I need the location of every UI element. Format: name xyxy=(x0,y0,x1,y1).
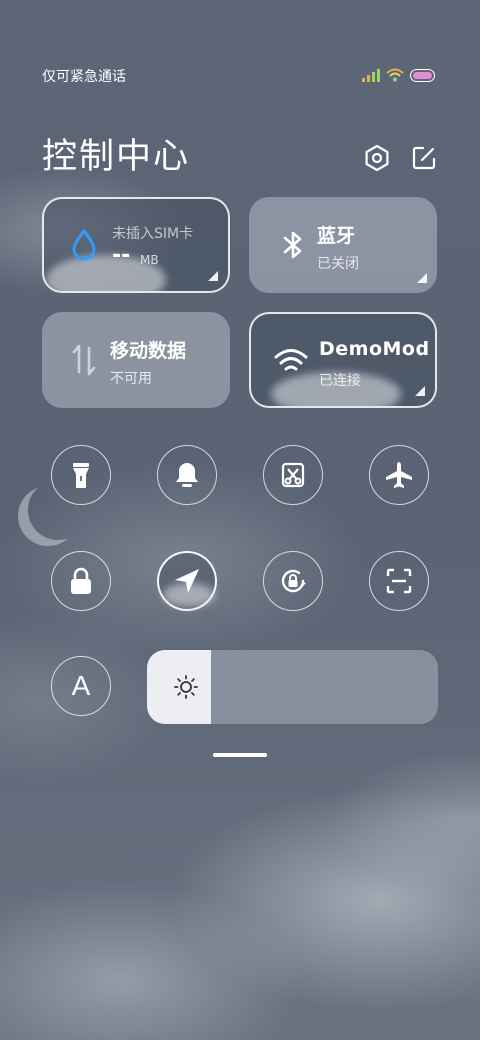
water-drop-icon xyxy=(72,228,96,261)
data-usage-unit: MB xyxy=(140,253,159,267)
brightness-slider[interactable] xyxy=(147,650,438,724)
signal-icon xyxy=(362,69,380,82)
mobile-data-label: 移动数据 xyxy=(110,340,187,362)
flashlight-toggle[interactable] xyxy=(51,445,111,505)
airplane-toggle[interactable] xyxy=(369,445,429,505)
bluetooth-icon xyxy=(283,231,302,259)
sim-status-text: 未插入SIM卡 xyxy=(112,226,194,242)
expand-corner-icon xyxy=(415,386,425,396)
scan-toggle[interactable] xyxy=(369,551,429,611)
location-icon xyxy=(175,569,199,593)
drag-handle[interactable] xyxy=(213,753,267,757)
flashlight-icon xyxy=(73,463,89,488)
lock-icon xyxy=(71,567,91,594)
location-toggle[interactable] xyxy=(157,551,217,611)
status-icons xyxy=(362,68,436,82)
wifi-status: 已连接 xyxy=(319,373,361,389)
status-bar: 仅可紧急通话 xyxy=(42,64,436,88)
screenshot-toggle[interactable] xyxy=(263,445,323,505)
brightness-sun-icon xyxy=(174,675,198,699)
screenshot-icon xyxy=(281,462,305,488)
lock-screen-toggle[interactable] xyxy=(51,551,111,611)
mobile-data-tile[interactable]: 移动数据 不可用 xyxy=(42,312,230,408)
bluetooth-label: 蓝牙 xyxy=(317,225,356,247)
expand-corner-icon xyxy=(208,271,218,281)
rotation-lock-toggle[interactable] xyxy=(263,551,323,611)
bluetooth-status: 已关闭 xyxy=(317,256,359,272)
settings-icon[interactable] xyxy=(363,144,391,172)
page-title: 控制中心 xyxy=(42,137,191,177)
edit-icon[interactable] xyxy=(410,144,438,172)
rotation-lock-icon xyxy=(281,569,306,593)
font-size-label: A xyxy=(71,670,91,701)
airplane-icon xyxy=(386,462,412,488)
bluetooth-tile[interactable]: 蓝牙 已关闭 xyxy=(249,197,437,293)
ring-toggle[interactable] xyxy=(157,445,217,505)
scan-icon xyxy=(386,568,412,594)
expand-corner-icon xyxy=(417,273,427,283)
font-size-button[interactable]: A xyxy=(51,656,111,716)
data-transfer-icon xyxy=(72,344,96,376)
mobile-data-status: 不可用 xyxy=(110,371,152,387)
wifi-icon xyxy=(274,349,308,371)
carrier-text: 仅可紧急通话 xyxy=(42,69,126,85)
wifi-status-icon xyxy=(386,68,404,82)
wifi-tile[interactable]: DemoMod 已连接 xyxy=(249,312,437,408)
data-usage-value: -- xyxy=(112,243,131,268)
data-usage-tile[interactable]: 未插入SIM卡 -- MB xyxy=(42,197,230,293)
battery-icon xyxy=(410,68,435,82)
wifi-network-name: DemoMod xyxy=(319,338,430,360)
bell-icon xyxy=(176,463,198,487)
